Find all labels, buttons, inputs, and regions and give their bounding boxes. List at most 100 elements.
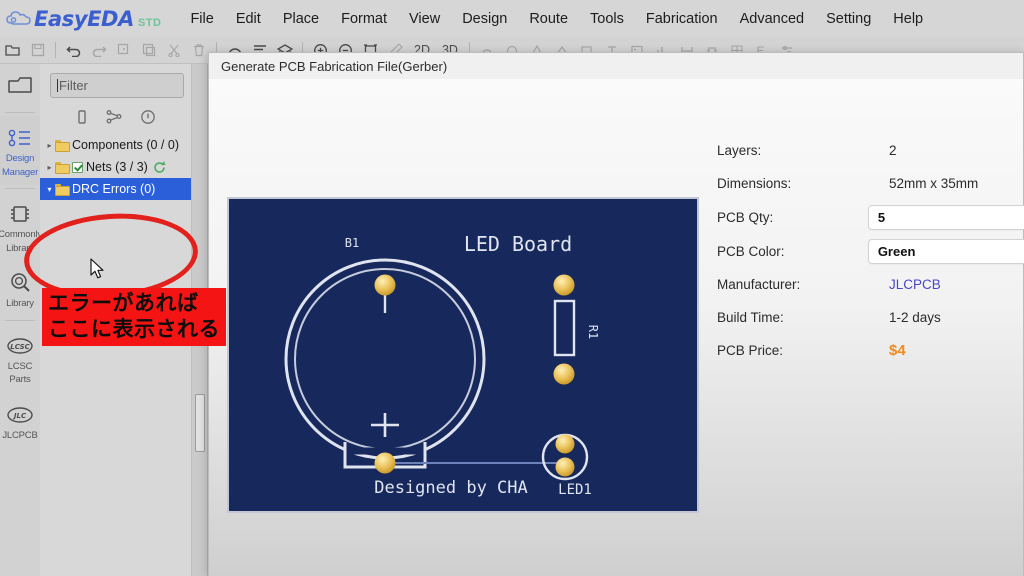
pcb-artwork: LED Board B1 R1 LED1 Designed by CHA [284, 232, 600, 498]
spec-label-pcb-color: PCB Color: [717, 243, 785, 259]
menu-item-view[interactable]: View [398, 8, 451, 30]
rail-item-lcsc-parts[interactable]: LCSC LCSC Parts [0, 324, 40, 393]
cloud-icon [6, 10, 32, 28]
spec-value-build-time: 1-2 days [889, 310, 941, 325]
spec-row-dimensions: Dimensions: 52mm x 35mm [717, 167, 1024, 200]
rail-label-design: Design [5, 153, 35, 164]
rail-item-commonly-library[interactable]: Commonly Library [0, 192, 42, 261]
spec-row-manufacturer: Manufacturer: JLCPCB [717, 268, 1024, 301]
pcb-preview: LED Board B1 R1 LED1 Designed by CHA [227, 197, 699, 513]
search-library-icon [6, 270, 34, 296]
menu-bar: EasyEDA STD File Edit Place Format View … [0, 0, 1024, 37]
svg-text:LED1: LED1 [558, 482, 592, 498]
panel-tab-row [40, 104, 191, 132]
cut-icon[interactable] [161, 39, 186, 61]
copy-icon[interactable] [111, 39, 136, 61]
gerber-dialog: Generate PCB Fabrication File(Gerber) LE… [208, 52, 1024, 576]
rail-item-project[interactable] [0, 64, 40, 109]
menu-item-route[interactable]: Route [518, 8, 579, 30]
nets-checkbox[interactable] [72, 161, 83, 173]
rail-label-jlcpcb: JLCPCB [2, 429, 38, 441]
rail-item-jlcpcb[interactable]: JLC JLCPCB [0, 393, 40, 449]
folder-icon [55, 162, 70, 174]
easyeda-window: EasyEDA STD File Edit Place Format View … [0, 0, 1024, 576]
paste-icon[interactable] [136, 39, 161, 61]
menu-item-design[interactable]: Design [451, 8, 518, 30]
annotation-note: エラーがあれば ここに表示される [42, 288, 226, 346]
menu-item-edit[interactable]: Edit [225, 8, 272, 30]
menu-item-format[interactable]: Format [330, 8, 398, 30]
rail-label-commonly: Commonly [0, 229, 42, 240]
svg-text:LED Board: LED Board [464, 232, 572, 256]
rail-divider-2 [5, 188, 35, 189]
note-line-1: エラーがあれば [48, 291, 199, 315]
menu-item-place[interactable]: Place [272, 8, 330, 30]
chevron-right-icon[interactable]: ▸ [44, 141, 55, 150]
rail-item-design-manager[interactable]: Design Manager [0, 116, 40, 185]
menu-item-advanced[interactable]: Advanced [729, 8, 816, 30]
svg-text:Designed by CHA: Designed by CHA [374, 478, 528, 498]
spec-label-manufacturer: Manufacturer: [717, 277, 801, 292]
scrollbar-thumb[interactable] [195, 394, 205, 452]
tree-item-components[interactable]: ▸ Components (0 / 0) [40, 134, 191, 156]
chevron-down-icon[interactable]: ▾ [44, 185, 55, 194]
rail-label-parts: Parts [9, 374, 31, 385]
pcb-color-select[interactable]: Green [867, 238, 1024, 264]
spec-row-pcb-color: PCB Color: Green [717, 234, 1024, 268]
svg-text:B1: B1 [345, 236, 359, 250]
dialog-title: Generate PCB Fabrication File(Gerber) [209, 53, 1023, 79]
rail-divider-3 [5, 319, 35, 321]
rail-label-library2: Library [6, 242, 34, 254]
tree-label-drc-errors: DRC Errors (0) [72, 182, 156, 196]
pcb-price-value: $4 [889, 342, 906, 359]
pcb-qty-input[interactable]: 5 [867, 204, 1024, 230]
info-icon[interactable] [140, 109, 156, 125]
redo-icon[interactable] [86, 39, 111, 61]
design-tree: ▸ Components (0 / 0) ▸ Nets (3 / 3) ▾ DR… [40, 132, 191, 200]
spec-row-pcb-price: PCB Price: $4 [717, 334, 1024, 367]
rail-item-library[interactable]: Library [0, 261, 40, 317]
rail-label-manager: Manager [1, 166, 39, 178]
spec-value-dimensions: 52mm x 35mm [889, 176, 979, 191]
nets-icon[interactable] [106, 109, 123, 125]
logo-text: EasyEDA [34, 6, 134, 31]
menu-item-tools[interactable]: Tools [579, 8, 635, 30]
menu-item-help[interactable]: Help [882, 8, 934, 30]
open-icon[interactable] [0, 39, 25, 61]
spec-row-layers: Layers: 2 [717, 134, 1024, 167]
rail-label-library: Library [6, 298, 34, 309]
svg-text:R1: R1 [586, 325, 600, 339]
spec-label-layers: Layers: [717, 143, 762, 158]
rail-label-lcsc: LCSC [7, 360, 33, 372]
app-logo[interactable]: EasyEDA STD [0, 7, 161, 31]
tree-item-drc-errors[interactable]: ▾ DRC Errors (0) [40, 178, 191, 200]
menu-item-file[interactable]: File [179, 8, 224, 30]
tree-label-nets: Nets (3 / 3) [86, 160, 148, 174]
lcsc-icon: LCSC [6, 333, 34, 359]
menu-item-list: File Edit Place Format View Design Route… [179, 8, 934, 30]
chip-icon [6, 201, 34, 227]
folder-icon [6, 73, 34, 99]
spec-label-dimensions: Dimensions: [717, 176, 792, 191]
tree-label-components: Components (0 / 0) [72, 138, 179, 152]
svg-text:JLC: JLC [12, 412, 27, 420]
spec-row-build-time: Build Time: 1-2 days [717, 301, 1024, 334]
dialog-body: LED Board B1 R1 LED1 Designed by CHA Lay… [209, 79, 1024, 576]
tree-item-nets[interactable]: ▸ Nets (3 / 3) [40, 156, 191, 178]
undo-icon[interactable] [61, 39, 86, 61]
manufacturer-link[interactable]: JLCPCB [889, 277, 941, 292]
rail-divider-1 [5, 112, 35, 113]
spec-row-pcb-qty: PCB Qty: 5 [717, 200, 1024, 234]
spec-label-pcb-price: PCB Price: [717, 343, 784, 358]
spec-label-build-time: Build Time: [717, 310, 784, 325]
save-icon[interactable] [25, 39, 50, 61]
menu-item-setting[interactable]: Setting [815, 8, 882, 30]
component-icon[interactable] [75, 109, 89, 125]
chevron-right-icon[interactable]: ▸ [44, 163, 55, 172]
design-manager-icon [6, 125, 34, 151]
filter-placeholder: Filter [59, 78, 88, 93]
refresh-icon[interactable] [153, 160, 166, 174]
search-input[interactable]: Filter [50, 73, 184, 98]
menu-item-fabrication[interactable]: Fabrication [635, 8, 729, 30]
spec-label-pcb-qty: PCB Qty: [717, 209, 774, 225]
